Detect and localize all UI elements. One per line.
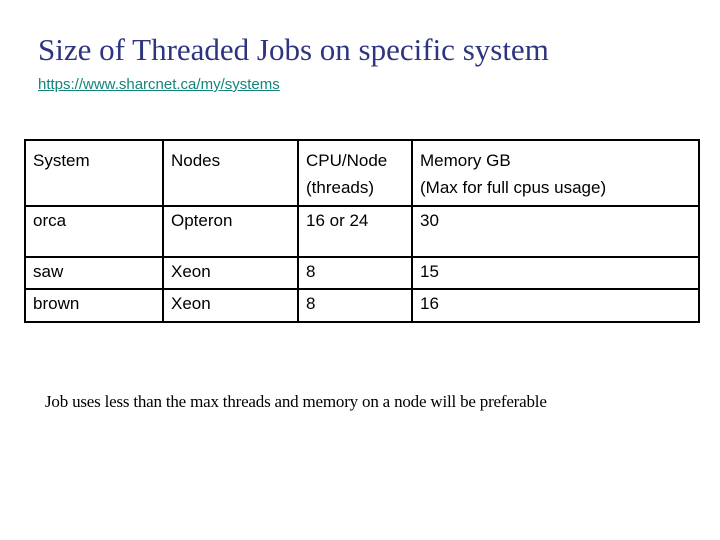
slide-title: Size of Threaded Jobs on specific system	[38, 32, 549, 67]
cell-system: saw	[24, 256, 164, 290]
header-system: System	[24, 139, 164, 207]
table-row: brown Xeon 8 16	[24, 288, 700, 323]
cell-cpu-node: 8	[297, 256, 413, 290]
cell-cpu-node: 16 or 24	[297, 205, 413, 258]
cell-memory: 30	[411, 205, 700, 258]
cell-nodes: Opteron	[162, 205, 299, 258]
header-cpu-node: CPU/Node (threads)	[297, 139, 413, 207]
table-row: saw Xeon 8 15	[24, 256, 700, 290]
cell-cpu-node: 8	[297, 288, 413, 323]
cell-system: orca	[24, 205, 164, 258]
cell-system: brown	[24, 288, 164, 323]
footer-note: Job uses less than the max threads and m…	[45, 392, 547, 411]
systems-link[interactable]: https://www.sharcnet.ca/my/systems	[38, 77, 280, 92]
cell-nodes: Xeon	[162, 256, 299, 290]
table-row: orca Opteron 16 or 24 30	[24, 205, 700, 258]
cell-memory: 15	[411, 256, 700, 290]
header-memory: Memory GB (Max for full cpus usage)	[411, 139, 700, 207]
cell-nodes: Xeon	[162, 288, 299, 323]
table-header-row: System Nodes CPU/Node (threads) Memory G…	[24, 139, 700, 207]
header-nodes: Nodes	[162, 139, 299, 207]
cell-memory: 16	[411, 288, 700, 323]
systems-table: System Nodes CPU/Node (threads) Memory G…	[24, 139, 700, 323]
